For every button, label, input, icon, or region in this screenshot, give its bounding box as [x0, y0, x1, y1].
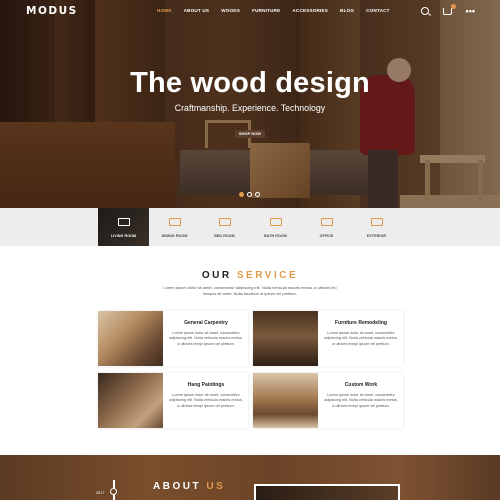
service-heading-accent: SERVICE	[236, 270, 299, 281]
service-photo	[253, 311, 318, 366]
cart-icon[interactable]	[442, 4, 456, 15]
service-photo	[98, 373, 163, 428]
nav-woods[interactable]: WOODS	[221, 8, 240, 13]
fence-icon	[370, 218, 383, 226]
nav-icons: •••	[420, 4, 475, 15]
about-photo	[254, 484, 400, 500]
service-card-title: Custom Work	[344, 382, 378, 388]
service-card[interactable]: Furniture Remodeling Lorem ipsum dolor s…	[253, 311, 403, 366]
slider-dot[interactable]	[239, 192, 244, 197]
about-section	[0, 455, 500, 500]
bathtub-icon	[269, 218, 282, 226]
timeline-dot	[110, 488, 117, 495]
hero-banner: MODUS HOME ABOUT US WOODS FURNITURE ACCE…	[0, 0, 500, 208]
nav-furniture[interactable]: FURNITURE	[252, 8, 280, 13]
bed-icon	[218, 218, 231, 226]
nav-accessories[interactable]: ACCESSORIES	[292, 8, 328, 13]
slider-dot[interactable]	[247, 192, 252, 197]
dining-table-icon	[168, 218, 181, 226]
about-heading: ABOUT US	[153, 481, 225, 492]
category-label: DINING ROOM	[161, 234, 188, 238]
service-card-text: Lorem ipsum dolor sit amet, consectetur …	[169, 331, 243, 346]
service-description: Lorem ipsum dolor sit amet, consectetur …	[163, 285, 337, 296]
category-label: EXTERIOR	[366, 234, 387, 238]
category-office[interactable]: OFFICE	[301, 208, 352, 246]
category-bed-room[interactable]: BED ROOM	[199, 208, 250, 246]
category-dining-room[interactable]: DINING ROOM	[149, 208, 200, 246]
nav-blog[interactable]: BLOG	[340, 8, 354, 13]
category-bar: LIVING ROOM DINING ROOM BED ROOM BATH RO…	[0, 208, 500, 246]
service-photo	[253, 373, 318, 428]
service-card-title: Hang Paintings	[187, 382, 225, 388]
category-label: LIVING ROOM	[110, 234, 137, 238]
category-label: BATH ROOM	[264, 234, 287, 238]
hero-title: The wood design	[130, 67, 370, 99]
category-bath-room[interactable]: BATH ROOM	[250, 208, 301, 246]
service-card-title: Furniture Remodeling	[335, 320, 387, 326]
service-heading: OUR SERVICE	[0, 270, 500, 281]
main-nav: HOME ABOUT US WOODS FURNITURE ACCESSORIE…	[157, 8, 402, 13]
search-icon[interactable]	[420, 6, 429, 15]
cart-badge	[450, 4, 456, 9]
category-living-room[interactable]: LIVING ROOM	[98, 208, 149, 246]
category-exterior[interactable]: EXTERIOR	[351, 208, 402, 246]
nav-home[interactable]: HOME	[157, 8, 172, 13]
sofa-icon	[117, 218, 130, 226]
service-card[interactable]: Custom Work Lorem ipsum dolor sit amet, …	[253, 373, 403, 428]
about-heading-accent: US	[206, 481, 226, 492]
category-label: BED ROOM	[214, 234, 235, 238]
service-card-text: Lorem ipsum dolor sit amet, consectetur …	[324, 331, 398, 346]
category-label: OFFICE	[319, 234, 334, 238]
service-card[interactable]: Hang Paintings Lorem ipsum dolor sit ame…	[98, 373, 248, 428]
service-card-title: General Carpentry	[184, 320, 228, 326]
service-card-text: Lorem ipsum dolor sit amet, consectetur …	[169, 393, 243, 408]
timeline-year: 2017	[96, 491, 105, 495]
service-heading-word: OUR	[201, 270, 232, 281]
more-icon[interactable]: •••	[466, 6, 475, 15]
slider-dot[interactable]	[255, 192, 260, 197]
nav-contact[interactable]: CONTACT	[366, 8, 390, 13]
nav-about-us[interactable]: ABOUT US	[184, 8, 210, 13]
about-heading-word: ABOUT	[153, 481, 202, 492]
slider-dots	[239, 192, 260, 197]
service-photo	[98, 311, 163, 366]
brand-logo[interactable]: MODUS	[26, 5, 78, 17]
office-chair-icon	[320, 218, 333, 226]
service-card-text: Lorem ipsum dolor sit amet, consectetur …	[324, 393, 398, 408]
top-navbar: MODUS HOME ABOUT US WOODS FURNITURE ACCE…	[0, 0, 500, 22]
hero-subtitle: Craftmanship. Experience. Technology	[174, 103, 326, 113]
service-card[interactable]: General Carpentry Lorem ipsum dolor sit …	[98, 311, 248, 366]
shop-now-button[interactable]: SHOP NOW	[235, 130, 265, 138]
